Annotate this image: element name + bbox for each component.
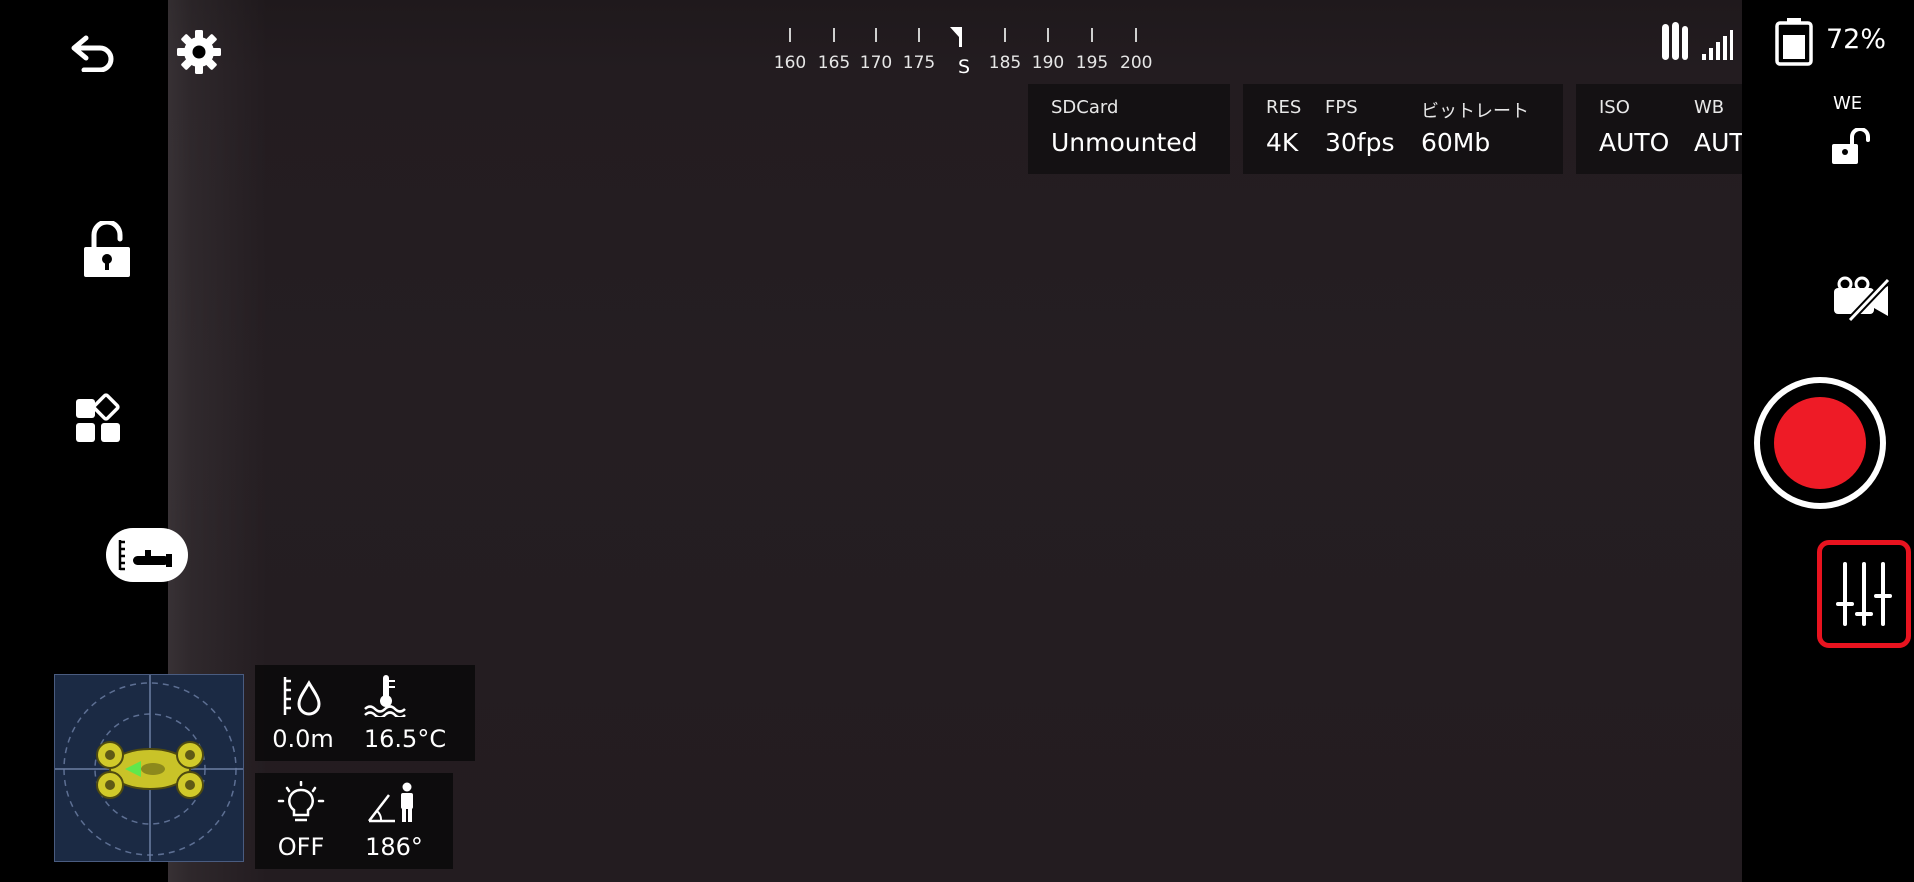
orientation-minimap <box>54 674 244 862</box>
resolution-value: 4K <box>1266 128 1299 157</box>
temperature-value: 16.5°C <box>363 725 447 753</box>
telemetry-depth-temp: 0.0m 16.5°C <box>255 665 475 761</box>
fps-label: FPS <box>1325 97 1358 118</box>
compass-tick <box>1004 28 1006 42</box>
depth-gauge-icon <box>116 538 178 572</box>
sdcard-label: SDCard <box>1051 97 1119 118</box>
sdcard-status-panel[interactable]: SDCard Unmounted <box>1028 84 1230 174</box>
compass-heading-bar: 160 165 170 175 S 185 190 195 200 <box>760 18 1152 88</box>
compass-tick-label: 190 <box>1031 53 1065 73</box>
resolution-label: RES <box>1266 97 1302 118</box>
signal-icon <box>1660 20 1734 64</box>
camera-exposure-panel[interactable]: ISO AUTO WB AUTO <box>1576 84 1764 174</box>
video-settings-panel[interactable]: RES 4K FPS 30fps ビットレート 60Mb <box>1243 84 1563 174</box>
camera-settings-button[interactable] <box>1817 540 1911 648</box>
bitrate-value: 60Mb <box>1421 128 1491 157</box>
battery-icon <box>1774 16 1814 66</box>
back-arrow-icon[interactable] <box>70 32 118 72</box>
lock-icon[interactable] <box>1830 128 1870 166</box>
iso-value: AUTO <box>1599 128 1670 157</box>
heading-marker-icon <box>948 25 970 49</box>
bitrate-label: ビットレート <box>1421 101 1529 122</box>
compass-tick <box>1135 28 1137 42</box>
sliders-icon <box>1836 562 1892 626</box>
iso-label: ISO <box>1599 97 1630 118</box>
compass-tick <box>833 28 835 42</box>
battery-percent: 72% <box>1826 24 1887 55</box>
compass-tick-label: 160 <box>773 53 807 73</box>
compass-tick <box>1047 28 1049 42</box>
record-icon <box>1774 397 1866 489</box>
unlock-icon[interactable] <box>82 221 132 279</box>
gear-icon[interactable] <box>176 29 222 75</box>
compass-tick <box>789 28 791 42</box>
camera-off-icon[interactable] <box>1830 276 1892 324</box>
app-root: 0.0m 16.5°C OFF 186° 160 165 170 175 S 1… <box>0 0 1914 882</box>
compass-tick <box>1091 28 1093 42</box>
depth-value: 0.0m <box>272 725 334 753</box>
light-value: OFF <box>277 833 325 861</box>
compass-tick-label: 175 <box>902 53 936 73</box>
water-temperature-icon <box>363 673 411 717</box>
record-button[interactable] <box>1754 377 1886 509</box>
telemetry-light-tilt: OFF 186° <box>255 773 453 869</box>
depth-icon <box>281 675 323 717</box>
compass-tick-label: 195 <box>1075 53 1109 73</box>
compass-tick <box>918 28 920 42</box>
wb-label: WB <box>1694 97 1725 118</box>
tilt-icon <box>367 781 419 825</box>
sdcard-value: Unmounted <box>1051 128 1198 157</box>
light-icon <box>277 781 325 827</box>
depth-mode-button[interactable] <box>106 528 188 582</box>
compass-south-label: S <box>957 56 971 78</box>
compass-tick <box>875 28 877 42</box>
tilt-value: 186° <box>365 833 423 861</box>
fps-value: 30fps <box>1325 128 1395 157</box>
compass-tick-label: 200 <box>1120 53 1152 73</box>
white-balance-lock-label: WE <box>1833 93 1863 114</box>
drone-model <box>96 741 204 799</box>
apps-icon[interactable] <box>74 393 128 445</box>
right-toolbar: 72% WE <box>1662 0 1914 882</box>
